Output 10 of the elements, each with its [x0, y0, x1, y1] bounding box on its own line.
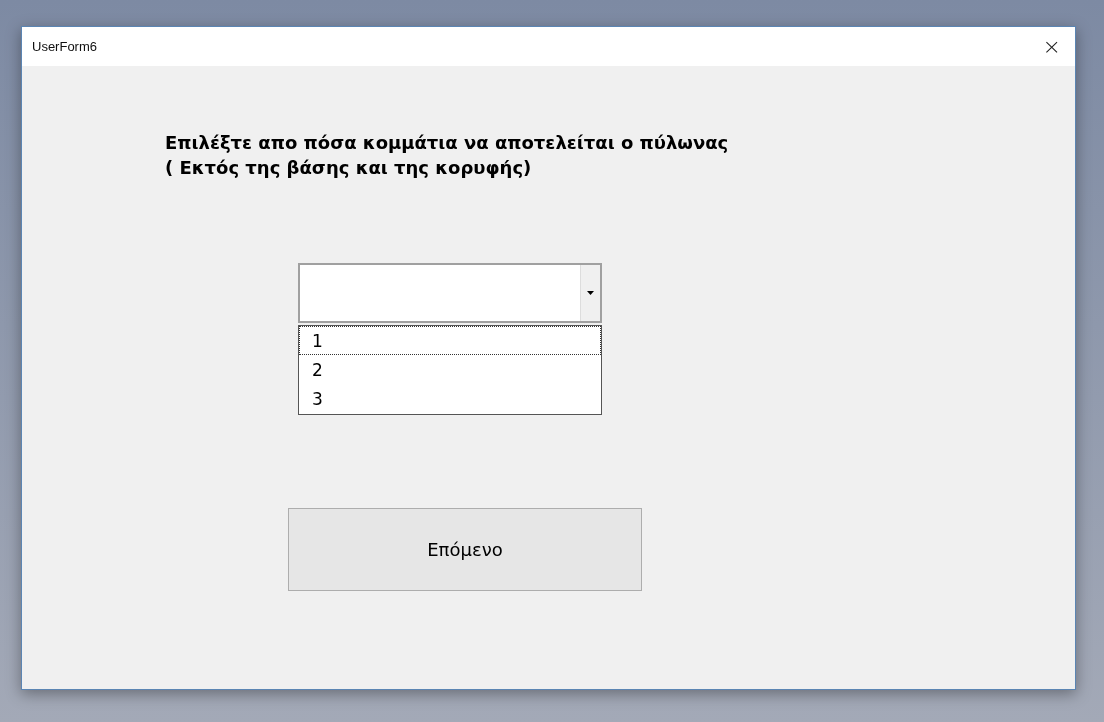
caret-icon [587, 291, 594, 295]
window-title: UserForm6 [32, 39, 97, 54]
list-option[interactable]: 1 [299, 326, 601, 355]
close-button[interactable]: × [1038, 34, 1065, 59]
list-option[interactable]: 2 [299, 355, 601, 384]
prompt-text: ( Εκτός της βάσης και της κορυφής) [165, 156, 533, 180]
prompt-text: Επιλέξτε απο πόσα κομμάτια να αποτελείται ο πύλωνας [165, 131, 730, 155]
combo-box[interactable] [298, 263, 602, 323]
next-button[interactable]: Επόμενο [288, 508, 642, 591]
list-option[interactable]: 3 [299, 384, 601, 413]
